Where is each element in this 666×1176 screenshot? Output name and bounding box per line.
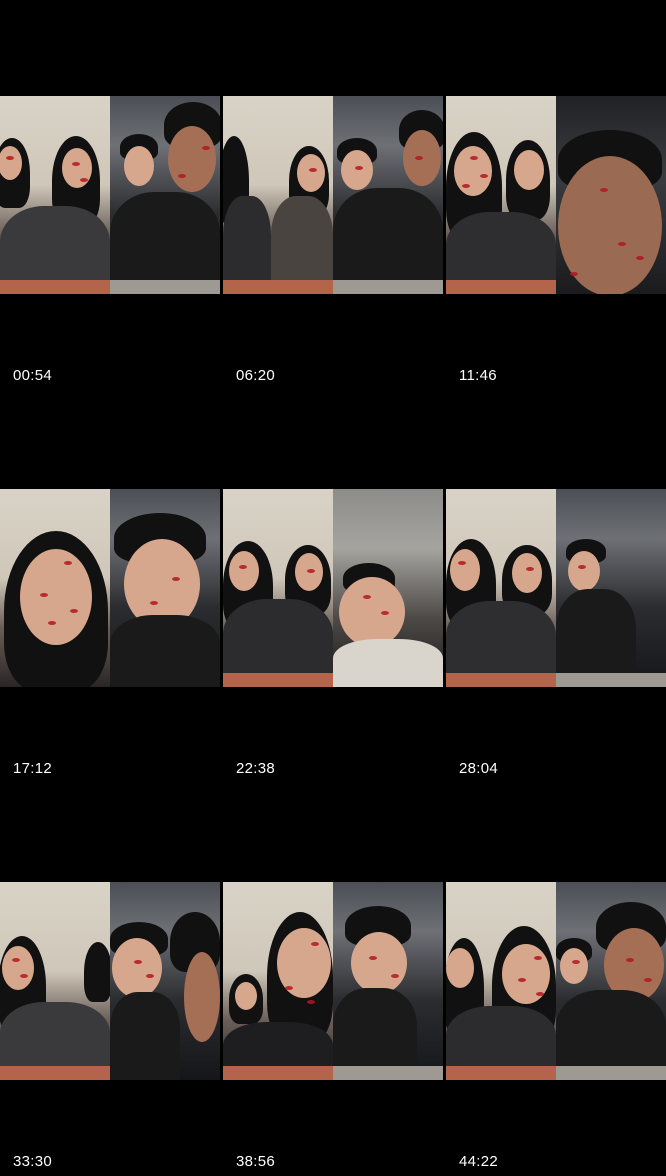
video-thumbnail[interactable]: 38:56 — [223, 786, 443, 1176]
right-camera-view — [333, 96, 443, 294]
video-timestamp: 11:46 — [459, 367, 497, 384]
video-thumbnail[interactable]: 11:46 — [446, 0, 666, 390]
video-timestamp: 22:38 — [236, 760, 276, 777]
left-camera-view — [446, 96, 556, 294]
split-screen-preview — [446, 489, 666, 687]
video-timestamp: 17:12 — [13, 760, 53, 777]
left-camera-view — [223, 96, 333, 294]
left-camera-view — [0, 489, 110, 687]
split-screen-preview — [223, 489, 443, 687]
right-camera-view — [333, 489, 443, 687]
right-camera-view — [110, 882, 220, 1080]
right-camera-view — [110, 96, 220, 294]
left-camera-view — [0, 96, 110, 294]
video-timestamp: 28:04 — [459, 760, 499, 777]
left-camera-view — [446, 489, 556, 687]
split-screen-preview — [0, 489, 220, 687]
split-screen-preview — [446, 882, 666, 1080]
video-timestamp: 44:22 — [459, 1153, 499, 1170]
right-camera-view — [333, 882, 443, 1080]
split-screen-preview — [0, 882, 220, 1080]
video-timestamp: 00:54 — [13, 367, 53, 384]
left-camera-view — [223, 882, 333, 1080]
video-timestamp: 06:20 — [236, 367, 276, 384]
split-screen-preview — [223, 882, 443, 1080]
left-camera-view — [446, 882, 556, 1080]
right-camera-view — [556, 882, 666, 1080]
video-thumbnail-grid: 00:54 06:20 11:46 17:12 22:38 28:04 33:3… — [0, 0, 666, 1176]
right-camera-view — [556, 489, 666, 687]
video-thumbnail[interactable]: 44:22 — [446, 786, 666, 1176]
video-thumbnail[interactable]: 33:30 — [0, 786, 220, 1176]
split-screen-preview — [446, 96, 666, 294]
video-thumbnail[interactable]: 22:38 — [223, 393, 443, 783]
split-screen-preview — [0, 96, 220, 294]
video-timestamp: 38:56 — [236, 1153, 276, 1170]
right-camera-view — [110, 489, 220, 687]
video-thumbnail[interactable]: 06:20 — [223, 0, 443, 390]
left-camera-view — [223, 489, 333, 687]
video-thumbnail[interactable]: 28:04 — [446, 393, 666, 783]
video-timestamp: 33:30 — [13, 1153, 53, 1170]
left-camera-view — [0, 882, 110, 1080]
video-thumbnail[interactable]: 00:54 — [0, 0, 220, 390]
video-thumbnail[interactable]: 17:12 — [0, 393, 220, 783]
right-camera-view — [556, 96, 666, 294]
split-screen-preview — [223, 96, 443, 294]
